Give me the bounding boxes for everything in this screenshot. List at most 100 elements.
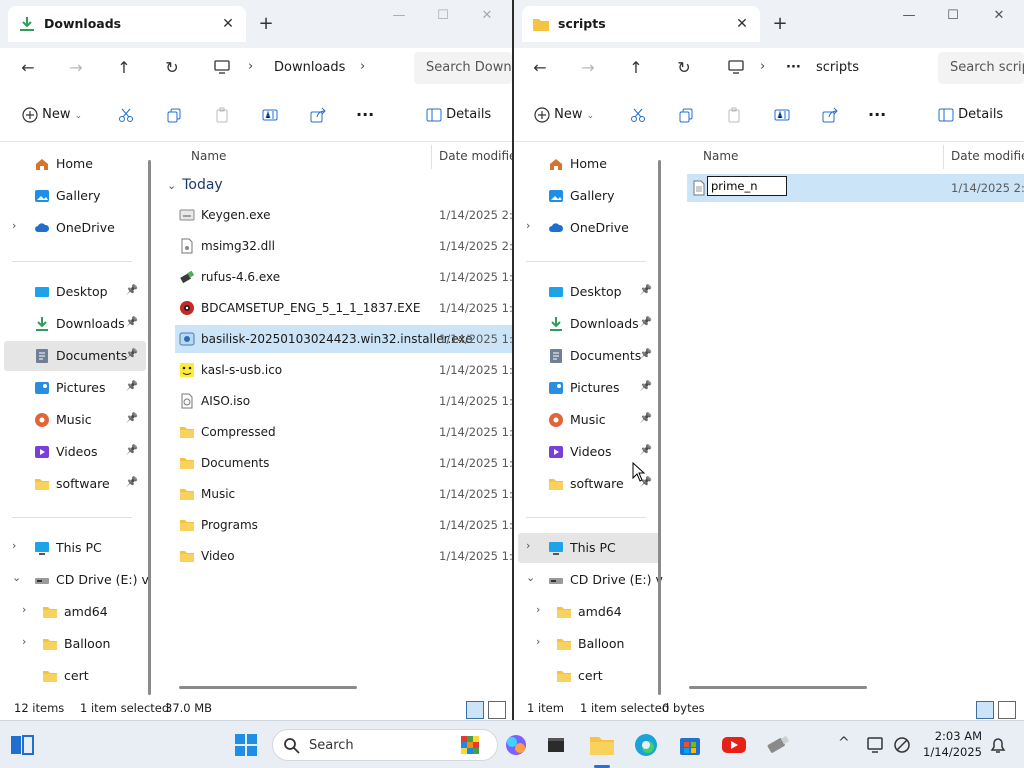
file-row[interactable]: msimg32.dll 1/14/2025 2:0 <box>175 232 512 260</box>
back-button[interactable]: ← <box>528 56 552 80</box>
cut-button[interactable] <box>118 104 134 126</box>
tab-scripts[interactable]: scripts ✕ <box>522 6 760 42</box>
paste-button[interactable] <box>726 104 742 126</box>
sidebar-item-gallery[interactable]: Gallery <box>4 181 146 211</box>
file-explorer-icon[interactable] <box>586 729 618 761</box>
sidebar-item-amd64[interactable]: › amd64 <box>518 597 660 627</box>
sidebar-scrollbar[interactable] <box>658 160 661 695</box>
breadcrumb-more[interactable]: ··· <box>786 60 801 75</box>
chevron-right-icon[interactable]: › <box>12 539 16 552</box>
sidebar-item-balloon[interactable]: › Balloon <box>4 629 146 659</box>
breadcrumb-chevron-icon[interactable]: › <box>360 59 365 74</box>
horizontal-scrollbar[interactable] <box>179 686 357 689</box>
close-tab-icon[interactable]: ✕ <box>732 14 752 34</box>
sidebar-item-this-pc[interactable]: › This PC <box>4 533 146 563</box>
file-row[interactable]: Video 1/14/2025 1:3 <box>175 542 512 570</box>
column-divider[interactable] <box>431 145 432 169</box>
sidebar-item-desktop[interactable]: Desktop 📌 <box>518 277 660 307</box>
maximize-button[interactable]: ☐ <box>938 6 968 26</box>
chevron-right-icon[interactable]: › <box>526 539 530 552</box>
file-row[interactable]: prime_n 1/14/2025 2:0 <box>687 174 1024 202</box>
forward-button[interactable]: → <box>64 56 88 80</box>
details-view-button[interactable] <box>976 701 994 719</box>
store-icon[interactable] <box>674 729 706 761</box>
file-row[interactable]: Keygen.exe 1/14/2025 2:0 <box>175 201 512 229</box>
copy-button[interactable] <box>678 104 694 126</box>
search-box[interactable]: Search Downl <box>414 52 512 84</box>
sidebar-item-cd-drive-e-virt[interactable]: ⌄ CD Drive (E:) virt <box>518 565 664 595</box>
tiles-view-button[interactable] <box>488 701 506 719</box>
sidebar-item-cert[interactable]: cert <box>4 661 146 691</box>
address-bar[interactable]: › ··· scripts <box>720 52 916 84</box>
sidebar-item-pictures[interactable]: Pictures 📌 <box>518 373 660 403</box>
sidebar-item-pictures[interactable]: Pictures 📌 <box>4 373 146 403</box>
sidebar-item-documents[interactable]: Documents 📌 <box>4 341 146 371</box>
refresh-button[interactable]: ↻ <box>672 56 696 80</box>
horizontal-scrollbar[interactable] <box>689 686 867 689</box>
rename-button[interactable] <box>262 104 278 126</box>
widgets-icon[interactable] <box>6 729 38 761</box>
close-window-button[interactable]: ✕ <box>472 6 502 26</box>
notification-bell-icon[interactable] <box>988 735 1008 755</box>
sidebar-scrollbar[interactable] <box>148 160 151 695</box>
rename-button[interactable] <box>774 104 790 126</box>
breadcrumb-downloads[interactable]: Downloads <box>274 60 345 75</box>
refresh-button[interactable]: ↻ <box>160 56 184 80</box>
chevron-right-icon[interactable]: › <box>22 603 26 616</box>
share-button[interactable] <box>310 104 326 126</box>
minimize-button[interactable]: — <box>894 6 924 26</box>
breadcrumb-scripts[interactable]: scripts <box>816 60 859 75</box>
column-header-date[interactable]: Date modified <box>951 149 1024 163</box>
chevron-right-icon[interactable]: › <box>12 219 16 232</box>
new-tab-button[interactable]: + <box>256 14 276 34</box>
sidebar-item-videos[interactable]: Videos 📌 <box>4 437 146 467</box>
sidebar-item-software[interactable]: software 📌 <box>4 469 146 499</box>
chevron-right-icon[interactable]: › <box>526 219 530 232</box>
sidebar-item-desktop[interactable]: Desktop 📌 <box>4 277 146 307</box>
sidebar-item-gallery[interactable]: Gallery <box>518 181 660 211</box>
cut-button[interactable] <box>630 104 646 126</box>
more-options-icon[interactable]: ··· <box>868 104 886 126</box>
sidebar-item-music[interactable]: Music 📌 <box>518 405 660 435</box>
column-header-name[interactable]: Name <box>191 149 226 163</box>
chevron-right-icon[interactable]: › <box>22 635 26 648</box>
new-button[interactable]: New ⌄ <box>22 104 82 126</box>
start-windows-icon[interactable] <box>230 729 262 761</box>
sidebar-item-onedrive[interactable]: › OneDrive <box>518 213 660 243</box>
sidebar-item-cert[interactable]: cert <box>518 661 660 691</box>
file-row[interactable]: Documents 1/14/2025 1:3 <box>175 449 512 477</box>
file-row[interactable]: Programs 1/14/2025 1:3 <box>175 511 512 539</box>
maximize-button[interactable]: ☐ <box>428 6 458 26</box>
display-icon[interactable] <box>866 735 886 755</box>
file-row[interactable]: BDCAMSETUP_ENG_5_1_1_1837.EXE 1/14/2025 1… <box>175 294 512 322</box>
copilot-icon[interactable] <box>500 729 532 761</box>
usb-drive-icon[interactable] <box>762 729 794 761</box>
sidebar-item-balloon[interactable]: › Balloon <box>518 629 660 659</box>
sidebar-item-cd-drive-e-virt[interactable]: ⌄ CD Drive (E:) virt <box>4 565 150 595</box>
tab-downloads[interactable]: Downloads ✕ <box>8 6 246 42</box>
sidebar-item-downloads[interactable]: Downloads 📌 <box>4 309 146 339</box>
address-bar[interactable]: › Downloads › <box>206 52 402 84</box>
system-clock[interactable]: 2:03 AM 1/14/2025 <box>923 728 982 760</box>
chevron-down-icon[interactable]: ⌄ <box>12 571 21 584</box>
share-button[interactable] <box>822 104 838 126</box>
sidebar-item-this-pc[interactable]: › This PC <box>518 533 660 563</box>
chevron-up-icon[interactable]: ^ <box>838 735 850 751</box>
column-header-date[interactable]: Date modified <box>439 149 512 163</box>
sidebar-item-amd64[interactable]: › amd64 <box>4 597 146 627</box>
details-view-button[interactable] <box>466 701 484 719</box>
chevron-right-icon[interactable]: › <box>536 635 540 648</box>
youtube-icon[interactable] <box>718 729 750 761</box>
up-button[interactable]: ↑ <box>112 56 136 80</box>
rename-input[interactable]: prime_n <box>707 176 787 196</box>
group-header-today[interactable]: ⌄ Today <box>167 177 223 193</box>
sidebar-item-documents[interactable]: Documents 📌 <box>518 341 660 371</box>
chevron-down-icon[interactable]: ⌄ <box>526 571 535 584</box>
copy-button[interactable] <box>166 104 182 126</box>
sidebar-item-home[interactable]: Home <box>4 149 146 179</box>
minimize-button[interactable]: — <box>384 6 414 26</box>
column-divider[interactable] <box>943 145 944 169</box>
taskbar-search[interactable]: Search <box>272 729 498 761</box>
file-row[interactable]: rufus-4.6.exe 1/14/2025 1:5 <box>175 263 512 291</box>
forward-button[interactable]: → <box>576 56 600 80</box>
